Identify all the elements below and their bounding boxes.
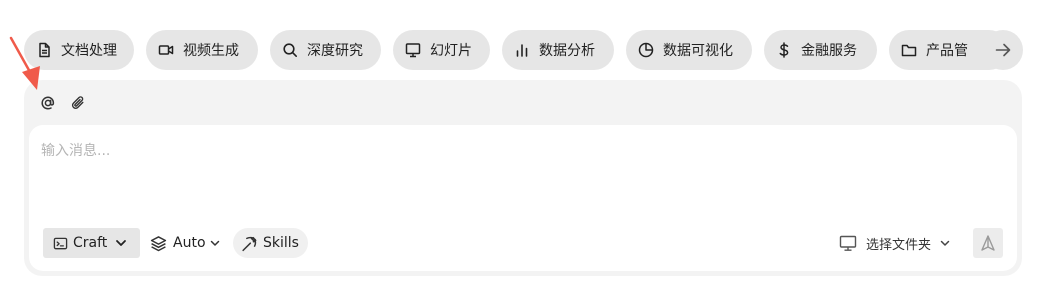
- scroll-right-button[interactable]: [983, 30, 1023, 70]
- chip-label: 幻灯片: [430, 43, 472, 59]
- chip-label: 产品管: [926, 43, 968, 59]
- attach-button[interactable]: [69, 94, 87, 112]
- input-area: Craft Auto Skills 选择文件夹: [29, 125, 1017, 271]
- folder-icon: [901, 44, 917, 57]
- chevron-down-icon: [940, 240, 950, 246]
- monitor-icon: [405, 43, 421, 58]
- bar-chart-icon: [516, 44, 528, 57]
- dollar-icon: [779, 42, 789, 58]
- paperclip-icon: [71, 96, 84, 109]
- arrow-right-icon: [995, 43, 1011, 57]
- chip-data-analysis[interactable]: 数据分析: [502, 30, 614, 70]
- chip-video-generation[interactable]: 视频生成: [146, 30, 258, 70]
- pie-chart-icon: [638, 42, 654, 58]
- chip-deep-research[interactable]: 深度研究: [270, 30, 381, 70]
- mode-label: Craft: [73, 235, 108, 251]
- mention-button[interactable]: [39, 94, 57, 112]
- folder-select[interactable]: 选择文件夹: [839, 228, 951, 258]
- at-icon: [41, 96, 55, 110]
- video-icon: [158, 45, 174, 55]
- folder-label: 选择文件夹: [866, 237, 932, 253]
- chip-label: 数据分析: [539, 43, 595, 59]
- chip-label: 深度研究: [307, 43, 363, 59]
- monitor-icon: [839, 235, 857, 251]
- chevron-down-icon: [116, 240, 127, 246]
- pickaxe-icon: [242, 236, 257, 251]
- chip-slides[interactable]: 幻灯片: [393, 30, 490, 70]
- chip-label: 视频生成: [183, 43, 239, 59]
- chip-label: 文档处理: [61, 43, 117, 59]
- chip-label: 数据可视化: [663, 43, 733, 59]
- mode-select-craft[interactable]: Craft: [43, 228, 140, 258]
- chip-financial-services[interactable]: 金融服务: [764, 30, 877, 70]
- chip-label: 金融服务: [801, 43, 857, 59]
- layers-icon: [150, 235, 167, 251]
- send-button[interactable]: [973, 228, 1003, 258]
- model-select-auto[interactable]: Auto: [150, 228, 221, 258]
- search-icon: [283, 43, 297, 57]
- skills-button[interactable]: Skills: [233, 228, 308, 258]
- terminal-folder-icon: [53, 237, 68, 249]
- category-chip-row: 文档处理 视频生成 深度研究 幻灯片 数据分析 数据可视化 金融服务 产品管: [24, 30, 1022, 70]
- skills-label: Skills: [263, 235, 299, 251]
- chip-data-visualization[interactable]: 数据可视化: [626, 30, 752, 70]
- message-input[interactable]: [41, 139, 941, 163]
- model-label: Auto: [173, 235, 206, 251]
- annotation-arrow-icon: [9, 36, 40, 90]
- send-icon: [981, 235, 995, 251]
- chevron-down-icon: [210, 240, 219, 246]
- message-composer: Craft Auto Skills 选择文件夹: [24, 80, 1022, 276]
